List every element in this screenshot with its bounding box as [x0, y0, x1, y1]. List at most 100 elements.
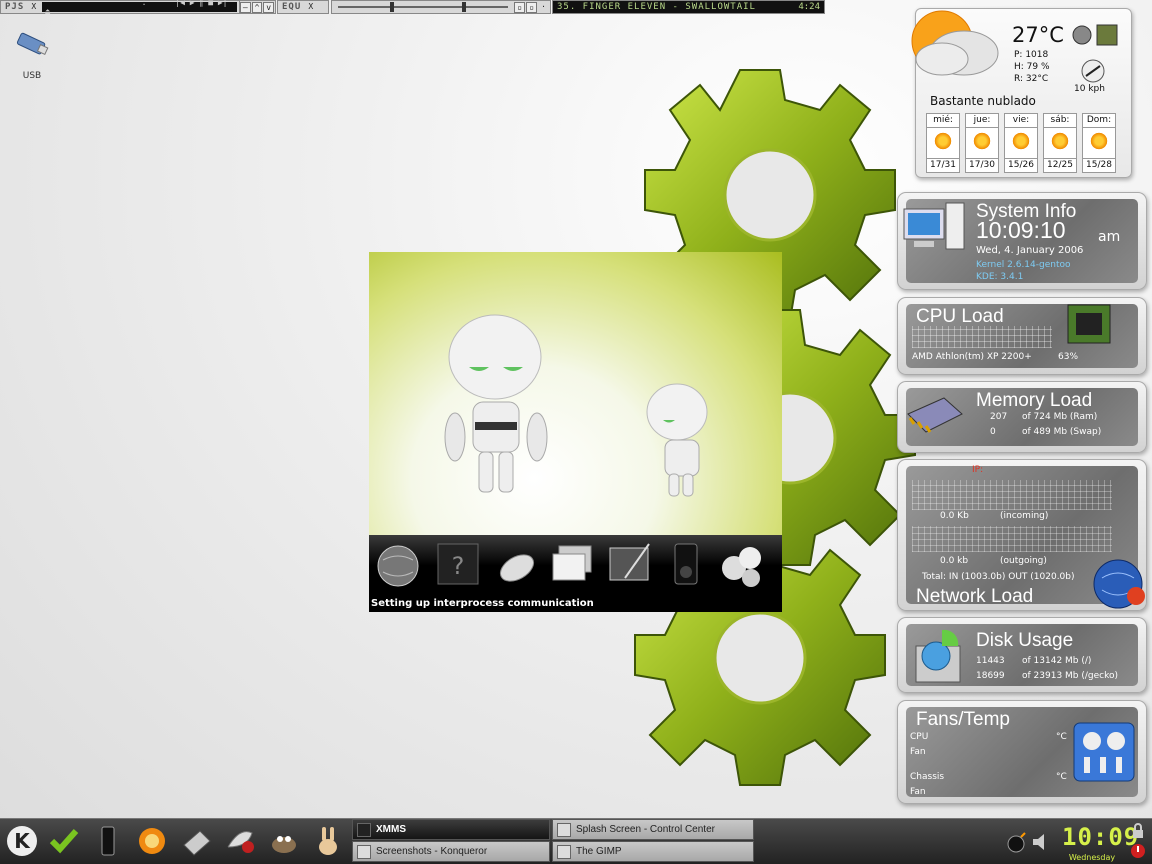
lock-icon: ·: [541, 1, 546, 11]
balance-thumb[interactable]: [462, 2, 466, 12]
xmms-close-button[interactable]: X: [28, 2, 39, 13]
svg-text:K: K: [14, 829, 31, 853]
task-label: Screenshots - Konqueror: [376, 846, 488, 857]
taskbar-clock[interactable]: 10:09: [1062, 823, 1138, 851]
up-button[interactable]: ^: [251, 1, 263, 13]
forecast-day: vie: 15/26: [1004, 113, 1038, 173]
pressure: P: 1018: [1014, 50, 1049, 60]
volume-thumb[interactable]: [390, 2, 394, 12]
sun-cloud-icon: [933, 132, 953, 150]
memory-widget[interactable]: Memory Load 207 of 724 Mb (Ram) 0 of 489…: [897, 381, 1147, 453]
firefox-icon[interactable]: [136, 825, 168, 857]
control-center-icon: [557, 822, 571, 837]
usb-label: USB: [22, 71, 42, 81]
gimp-icon[interactable]: [268, 825, 300, 857]
cpu-load-value: 63%: [1058, 352, 1079, 362]
task-splash-screen[interactable]: Splash Screen - Control Center: [552, 819, 754, 840]
weather-condition: Bastante nublado: [930, 94, 1036, 108]
thunderbird-icon[interactable]: [224, 825, 256, 857]
lock-icon[interactable]: [1130, 823, 1146, 839]
xmms-eq-bar[interactable]: EQU X: [277, 0, 329, 14]
disk-title: Disk Usage: [976, 630, 1074, 651]
gauges-icon: [1073, 722, 1135, 782]
usb-drive-icon: [16, 32, 49, 56]
xmms-eq-close-button[interactable]: X: [305, 2, 316, 13]
task-xmms[interactable]: XMMS: [352, 819, 550, 840]
cpu-temp-unit: °C: [1056, 732, 1067, 742]
chassis-temp-label: Chassis: [910, 772, 945, 782]
song-time: 4:24: [798, 2, 820, 12]
down-button[interactable]: v: [263, 1, 275, 13]
outgoing-rate: 0.0 kb: [940, 556, 969, 566]
disk-widget[interactable]: Disk Usage 11443 of 13142 Mb (/) 18699 o…: [897, 617, 1147, 693]
task-konqueror[interactable]: Screenshots - Konqueror: [352, 841, 550, 862]
sun-cloud-icon: [1050, 132, 1070, 150]
hard-disk-icon: [915, 629, 961, 683]
kde-menu-icon[interactable]: K: [6, 825, 38, 857]
sysinfo-widget[interactable]: System Info 10:09:10 am Wed, 4. January …: [897, 192, 1147, 290]
xmms-controls[interactable]: : |◀ ▶ ∥ ■ ▶| ⏏: [42, 0, 237, 16]
xmms-icon: [357, 822, 371, 837]
outgoing-graph: [912, 526, 1112, 552]
incoming-graph: [912, 480, 1112, 510]
cpu-model: AMD Athlon(tm) XP 2200+: [912, 352, 1032, 362]
robots-illustration: [444, 314, 708, 497]
xmms-song-bar[interactable]: 35. FINGER ELEVEN - SWALLOWTAIL 4:24: [552, 0, 825, 14]
cpu-graph: [912, 326, 1052, 348]
rabbit-icon[interactable]: [312, 825, 344, 857]
wind-direction-icon: [1081, 59, 1105, 83]
bomb-icon[interactable]: [1006, 831, 1028, 853]
xmms-player-bar[interactable]: PJS X : |◀ ▶ ∥ ■ ▶| ⏏: [0, 0, 240, 16]
tablet-icon[interactable]: [180, 825, 212, 857]
shuffle-button[interactable]: ▫: [514, 1, 525, 13]
network-widget[interactable]: IP: 0.0 Kb (incoming) 0.0 kb (outgoing) …: [897, 459, 1147, 611]
globe-icon[interactable]: [1072, 25, 1092, 45]
minimize-button[interactable]: –: [240, 1, 251, 13]
network-total: Total: IN (1003.0b) OUT (1020.0b): [922, 572, 1075, 582]
ip-label: IP:: [972, 465, 984, 475]
ipod-icon: [674, 543, 698, 585]
sysinfo-date: Wed, 4. January 2006: [976, 245, 1084, 256]
sysinfo-kernel: Kernel 2.6.14-gentoo: [976, 260, 1071, 270]
sun-cloud-icon: [1089, 132, 1109, 150]
weather-widget[interactable]: 27°C P: 1018 H: 79 % R: 32°C 10 kph Bast…: [911, 8, 1132, 178]
song-title: 35. FINGER ELEVEN - SWALLOWTAIL: [557, 2, 756, 12]
ram-used: 207: [990, 412, 1008, 422]
gimp-icon: [557, 844, 571, 859]
memory-title: Memory Load: [976, 390, 1093, 411]
forecast-day: sáb: 12/25: [1043, 113, 1077, 173]
ipod-icon[interactable]: [92, 825, 124, 857]
windows-icon: [552, 545, 592, 581]
repeat-button[interactable]: ▫: [526, 1, 537, 13]
memory-chip-icon: [907, 397, 963, 433]
xmms-volume-bar[interactable]: ▫ ▫ ·: [331, 0, 551, 14]
checkmark-icon[interactable]: [48, 825, 80, 857]
humidity: H: 79 %: [1014, 62, 1050, 72]
volume-slider[interactable]: [338, 2, 508, 12]
cpu-widget[interactable]: CPU Load AMD Athlon(tm) XP 2200+ 63%: [897, 297, 1147, 375]
task-gimp[interactable]: The GIMP: [552, 841, 754, 862]
big-robot: [444, 314, 548, 493]
fans-widget[interactable]: Fans/Temp CPU °C Fan Chassis °C Fan: [897, 700, 1147, 804]
usb-desktop-icon[interactable]: USB: [8, 24, 56, 81]
forecast-temps: 12/25: [1044, 158, 1076, 172]
cpu-temp-label: CPU: [910, 732, 929, 742]
weather-details: P: 1018 H: 79 % R: 32°C: [1014, 49, 1050, 85]
xmms-scroll-buttons[interactable]: – ^ v: [240, 0, 276, 14]
forecast-day: jue: 17/30: [965, 113, 999, 173]
forecast-day-label: Dom:: [1083, 114, 1115, 128]
forecast-day-label: vie:: [1005, 114, 1037, 128]
outgoing-label: (outgoing): [1000, 556, 1047, 566]
volume-icon[interactable]: [1030, 831, 1052, 853]
incoming-label: (incoming): [1000, 511, 1049, 521]
logout-icon[interactable]: [1130, 843, 1146, 859]
chassis-fan-label: Fan: [910, 787, 926, 797]
sysinfo-time: 10:09:10: [976, 217, 1066, 243]
globe-icon: [377, 545, 419, 587]
kde-bubbles-icon: [722, 547, 761, 587]
swap-used: 0: [990, 427, 996, 437]
taskbar-day: Wednesday: [1068, 853, 1116, 862]
map-icon[interactable]: [1096, 24, 1118, 46]
wind-speed: 10 kph: [1074, 84, 1105, 94]
ram-total: of 724 Mb (Ram): [1022, 412, 1098, 422]
